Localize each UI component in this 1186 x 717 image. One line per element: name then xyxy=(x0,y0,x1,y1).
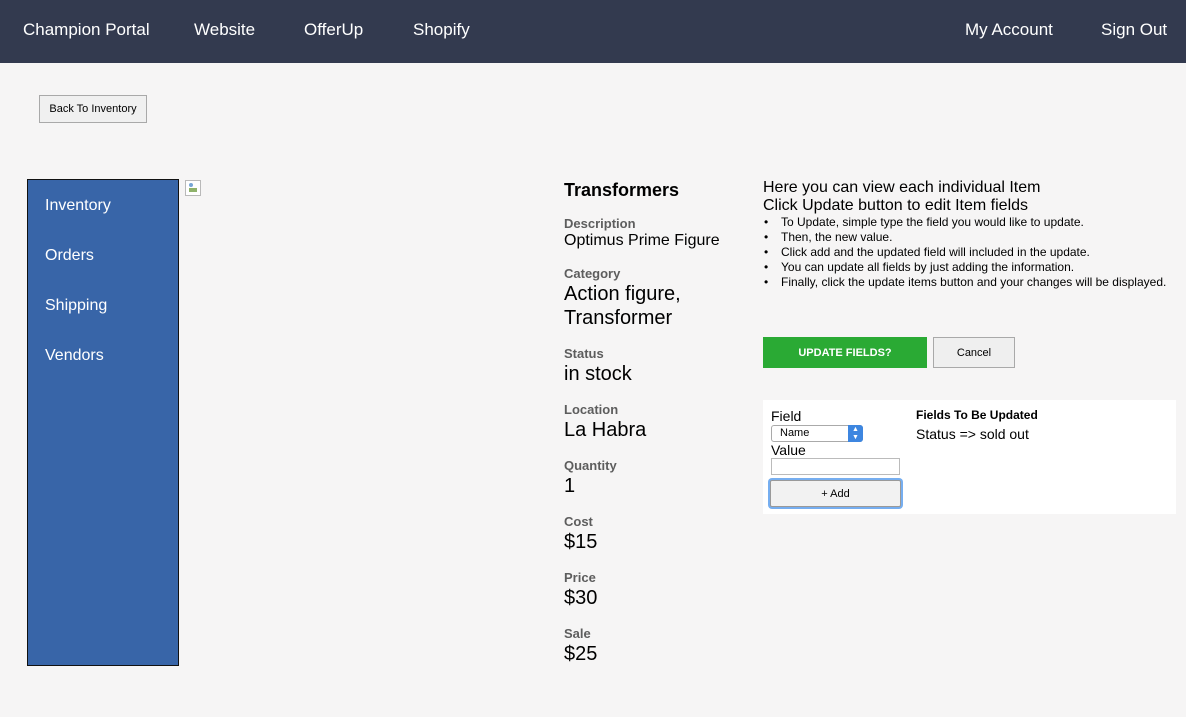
quantity-label: Quantity xyxy=(564,458,617,473)
category-value-line-1: Action figure, xyxy=(564,283,681,305)
sidebar: Inventory Orders Shipping Vendors xyxy=(27,179,179,666)
help-bullet: To Update, simple type the field you wou… xyxy=(763,215,1173,230)
help-bullet: Click add and the updated field will inc… xyxy=(763,245,1173,260)
update-fields-panel: Field Name ▲ ▼ Value + Add Fields To Be U… xyxy=(763,400,1176,514)
back-to-inventory-button[interactable]: Back To Inventory xyxy=(39,95,147,123)
location-value: La Habra xyxy=(564,419,647,441)
cost-label: Cost xyxy=(564,514,593,529)
help-bullet: You can update all fields by just adding… xyxy=(763,260,1173,275)
sidebar-item-shipping[interactable]: Shipping xyxy=(45,296,107,316)
select-arrows-icon: ▲ ▼ xyxy=(848,425,863,442)
category-label: Category xyxy=(564,266,621,281)
sidebar-item-vendors[interactable]: Vendors xyxy=(45,346,104,366)
help-update-line: Click Update button to edit Item fields xyxy=(763,197,1029,214)
price-label: Price xyxy=(564,570,596,585)
nav-brand-link[interactable]: Champion Portal xyxy=(23,20,150,40)
description-label: Description xyxy=(564,216,636,231)
help-bullet: Then, the new value. xyxy=(763,230,1173,245)
help-text: Here you can view each individual Item C… xyxy=(763,179,1173,290)
sale-value: $25 xyxy=(564,643,598,665)
help-bullet: Finally, click the update items button a… xyxy=(763,275,1173,290)
sale-label: Sale xyxy=(564,626,591,641)
description-value: Optimus Prime Figure xyxy=(564,232,720,249)
help-instructions-list: To Update, simple type the field you wou… xyxy=(763,215,1173,290)
field-select-value: Name xyxy=(780,427,810,439)
value-input[interactable] xyxy=(771,458,900,475)
top-navbar: Champion Portal Website OfferUp Shopify … xyxy=(0,0,1186,63)
field-label: Field xyxy=(771,408,802,424)
pending-update-item: Status => sold out xyxy=(916,426,1029,442)
help-intro-line: Here you can view each individual Item xyxy=(763,179,1041,196)
nav-link-website[interactable]: Website xyxy=(194,20,255,40)
sidebar-item-orders[interactable]: Orders xyxy=(45,246,94,266)
value-label: Value xyxy=(771,442,806,458)
quantity-value: 1 xyxy=(564,475,576,497)
nav-link-shopify[interactable]: Shopify xyxy=(413,20,470,40)
update-fields-button[interactable]: UPDATE FIELDS? xyxy=(763,337,927,368)
location-label: Location xyxy=(564,402,619,417)
cost-value: $15 xyxy=(564,531,598,553)
broken-image-icon xyxy=(185,180,201,196)
nav-link-offerup[interactable]: OfferUp xyxy=(304,20,363,40)
status-label: Status xyxy=(564,346,604,361)
cancel-button[interactable]: Cancel xyxy=(933,337,1015,368)
category-value-line-2: Transformer xyxy=(564,307,673,329)
item-title: Transformers xyxy=(564,180,680,200)
category-value: Action figure, Transformer xyxy=(564,282,681,330)
nav-link-sign-out[interactable]: Sign Out xyxy=(1101,20,1167,40)
add-field-button[interactable]: + Add xyxy=(770,480,901,507)
nav-link-my-account[interactable]: My Account xyxy=(965,20,1053,40)
status-value: in stock xyxy=(564,363,632,385)
sidebar-item-inventory[interactable]: Inventory xyxy=(45,196,111,216)
fields-to-be-updated-title: Fields To Be Updated xyxy=(916,408,1038,422)
field-select[interactable]: Name ▲ ▼ xyxy=(771,425,863,442)
price-value: $30 xyxy=(564,587,598,609)
